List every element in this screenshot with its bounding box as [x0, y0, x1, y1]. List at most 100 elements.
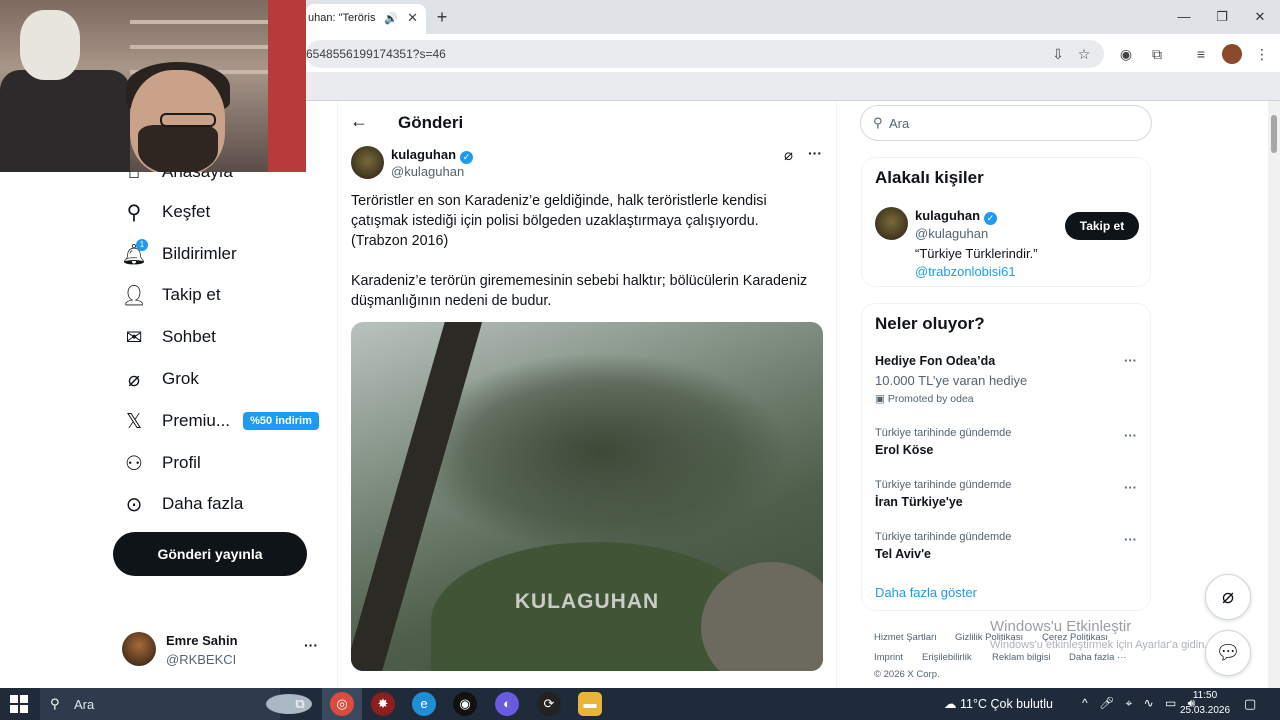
account-more-icon[interactable]: ··· — [304, 637, 318, 653]
extension-badge-icon[interactable]: ◉ — [1116, 44, 1136, 64]
install-app-icon[interactable]: ⇩ — [1048, 44, 1068, 64]
trend-name[interactable]: Erol Köse — [875, 443, 933, 457]
nav-follow[interactable]: 👤︎ Takip et — [121, 280, 220, 310]
windows-taskbar: ⚲ Ara ⧉ ◎ ✸ e ◉ ◐ ⟳ ▬ ☁ 11°C Çok bulutlu… — [0, 688, 1280, 720]
tab-title: uhan: "Teröris — [308, 12, 376, 24]
person-bio-link[interactable]: @trabzonlobisi61 — [915, 264, 1016, 279]
trend-more-icon[interactable]: ··· — [1124, 353, 1137, 368]
trend-more-icon[interactable]: ··· — [1124, 428, 1137, 443]
trend-more-icon[interactable]: ··· — [1124, 532, 1137, 547]
speaker-icon[interactable]: 🔊 — [384, 12, 398, 25]
browser-menu-icon[interactable]: ⋮ — [1252, 44, 1272, 64]
promoted-trend-title[interactable]: Hediye Fon Odea’da — [875, 354, 995, 368]
messages-fab-button[interactable]: 💬︎ — [1205, 630, 1251, 676]
windows-start-icon[interactable] — [10, 695, 28, 713]
post-button[interactable]: Gönderi yayınla — [113, 532, 307, 576]
post-more-icon[interactable]: ··· — [808, 145, 822, 161]
taskbar-search[interactable]: ⚲ Ara — [40, 688, 312, 720]
browser-tab[interactable]: uhan: "Teröris 🔊 ✕ — [306, 4, 426, 34]
grok-icon[interactable]: ⌀ — [784, 146, 793, 164]
mail-icon: ✉ — [125, 326, 143, 349]
obs-icon[interactable]: ◉ — [453, 692, 477, 716]
app-icon[interactable]: ✸ — [371, 692, 395, 716]
author-handle[interactable]: @kulaguhan — [391, 164, 464, 179]
x-logo-icon: 𝕏 — [125, 410, 143, 433]
follow-button[interactable]: Takip et — [1065, 212, 1139, 240]
back-arrow-icon[interactable]: ← — [350, 111, 368, 132]
search-input[interactable]: ⚲ Ara — [860, 105, 1152, 141]
red-shelf-edge — [268, 0, 306, 172]
webcam-overlay — [0, 0, 306, 172]
edge-icon[interactable]: e — [412, 692, 436, 716]
nav-label: Grok — [162, 369, 199, 388]
nav-profile[interactable]: ⚇ Profil — [122, 448, 201, 478]
close-window-button[interactable]: ✕ — [1242, 6, 1278, 28]
grok-fab-button[interactable]: ⌀ — [1205, 574, 1251, 620]
nav-more[interactable]: ⊙ Daha fazla — [122, 489, 244, 519]
account-name: Emre Sahin — [166, 633, 238, 648]
nav-explore[interactable]: ⚲ Keşfet — [122, 197, 211, 227]
avatar[interactable] — [875, 207, 908, 240]
trend-name[interactable]: İran Türkiye'ye — [875, 495, 963, 509]
media-control-icon[interactable]: ≡ — [1191, 44, 1211, 64]
new-tab-button[interactable]: + — [430, 6, 454, 28]
person-add-icon: 👤︎ — [121, 284, 147, 307]
person-name-text: kulaguhan — [915, 208, 981, 223]
search-icon: ⚲ — [50, 696, 60, 711]
file-explorer-icon[interactable]: ▬ — [578, 692, 602, 716]
nav-grok[interactable]: ⌀ Grok — [122, 364, 199, 394]
account-switcher[interactable]: Emre Sahin @RKBEKCI ··· — [122, 631, 322, 671]
footer-link[interactable]: Erişilebilirlik — [922, 652, 972, 663]
minimize-button[interactable]: — — [1166, 6, 1202, 28]
premium-discount-badge[interactable]: %50 indirim — [243, 412, 319, 430]
trend-category: Türkiye tarihinde gündemde — [875, 427, 1012, 439]
maximize-button[interactable]: ❐ — [1204, 6, 1240, 28]
show-more-link[interactable]: Daha fazla göster — [875, 585, 977, 600]
more-circle-icon: ⊙ — [125, 493, 143, 516]
glasses — [160, 113, 216, 127]
tweet-text-line: çatışmak istediği için polisi bölgeden u… — [351, 213, 759, 229]
page-title: Gönderi — [398, 113, 464, 132]
nav-chat[interactable]: ✉ Sohbet — [122, 322, 216, 352]
trend-more-icon[interactable]: ··· — [1124, 480, 1137, 495]
page-scrollbar[interactable] — [1268, 101, 1280, 688]
chrome-icon[interactable]: ◎ — [330, 692, 354, 716]
promoted-trend-subtitle: 10.000 TL’ye varan hediye — [875, 373, 1028, 388]
profile-avatar-icon[interactable] — [1222, 44, 1242, 64]
trend-name[interactable]: Tel Aviv'e — [875, 547, 931, 561]
footer-link[interactable]: Hizmet Şartları — [874, 632, 937, 643]
person-icon: ⚇ — [125, 452, 143, 475]
clock-date[interactable]: 25.03.2026 — [1178, 705, 1232, 716]
weather-widget[interactable]: ☁ 11°C Çok bulutlu — [944, 696, 1053, 711]
notification-center-icon[interactable]: ▢ — [1244, 696, 1256, 712]
scroll-thumb[interactable] — [1271, 115, 1277, 153]
nav-premium[interactable]: 𝕏 Premiu... — [122, 406, 230, 436]
footer-link[interactable]: Daha fazla ··· — [1069, 652, 1127, 663]
person-name[interactable]: kulaguhan ✓ — [915, 208, 998, 225]
activation-watermark-sub: Windows'u etkinleştirmek için Ayarlar'a … — [990, 639, 1208, 651]
person-beard — [138, 125, 218, 172]
video-foliage — [411, 352, 791, 552]
footer-link[interactable]: Reklam bilgisi — [992, 652, 1051, 663]
app-icon[interactable]: ⟳ — [537, 692, 561, 716]
nav-label: Keşfet — [162, 202, 211, 221]
copyright: © 2026 X Corp. — [874, 669, 940, 680]
close-tab-icon[interactable]: ✕ — [407, 10, 418, 26]
nav-label: Bildirimler — [162, 244, 237, 263]
clock-time[interactable]: 11:50 — [1182, 690, 1228, 701]
search-icon: ⚲ — [873, 115, 883, 130]
app-icon[interactable]: ◐ — [495, 692, 519, 716]
author-avatar[interactable] — [351, 146, 384, 179]
ad-icon: ▣ — [875, 393, 888, 405]
extensions-puzzle-icon[interactable]: ⧉ — [1147, 44, 1167, 64]
relevant-people-card: Alakalı kişiler kulaguhan ✓ @kulaguhan “T… — [861, 157, 1151, 287]
address-bar[interactable]: 6548556199174351?s=46 — [306, 40, 1104, 68]
trend-category: Türkiye tarihinde gündemde — [875, 531, 1012, 543]
author-name[interactable]: kulaguhan ✓ — [391, 147, 474, 164]
bookmark-star-icon[interactable]: ☆ — [1074, 44, 1094, 64]
footer-link[interactable]: Imprint — [874, 652, 903, 663]
video-player[interactable]: KULAGUHAN — [351, 322, 823, 671]
person-bio: “Türkiye Türklerindir.” — [915, 246, 1038, 261]
taskbar-search-placeholder: Ara — [74, 697, 95, 712]
task-view-icon[interactable]: ⧉ — [288, 692, 312, 716]
